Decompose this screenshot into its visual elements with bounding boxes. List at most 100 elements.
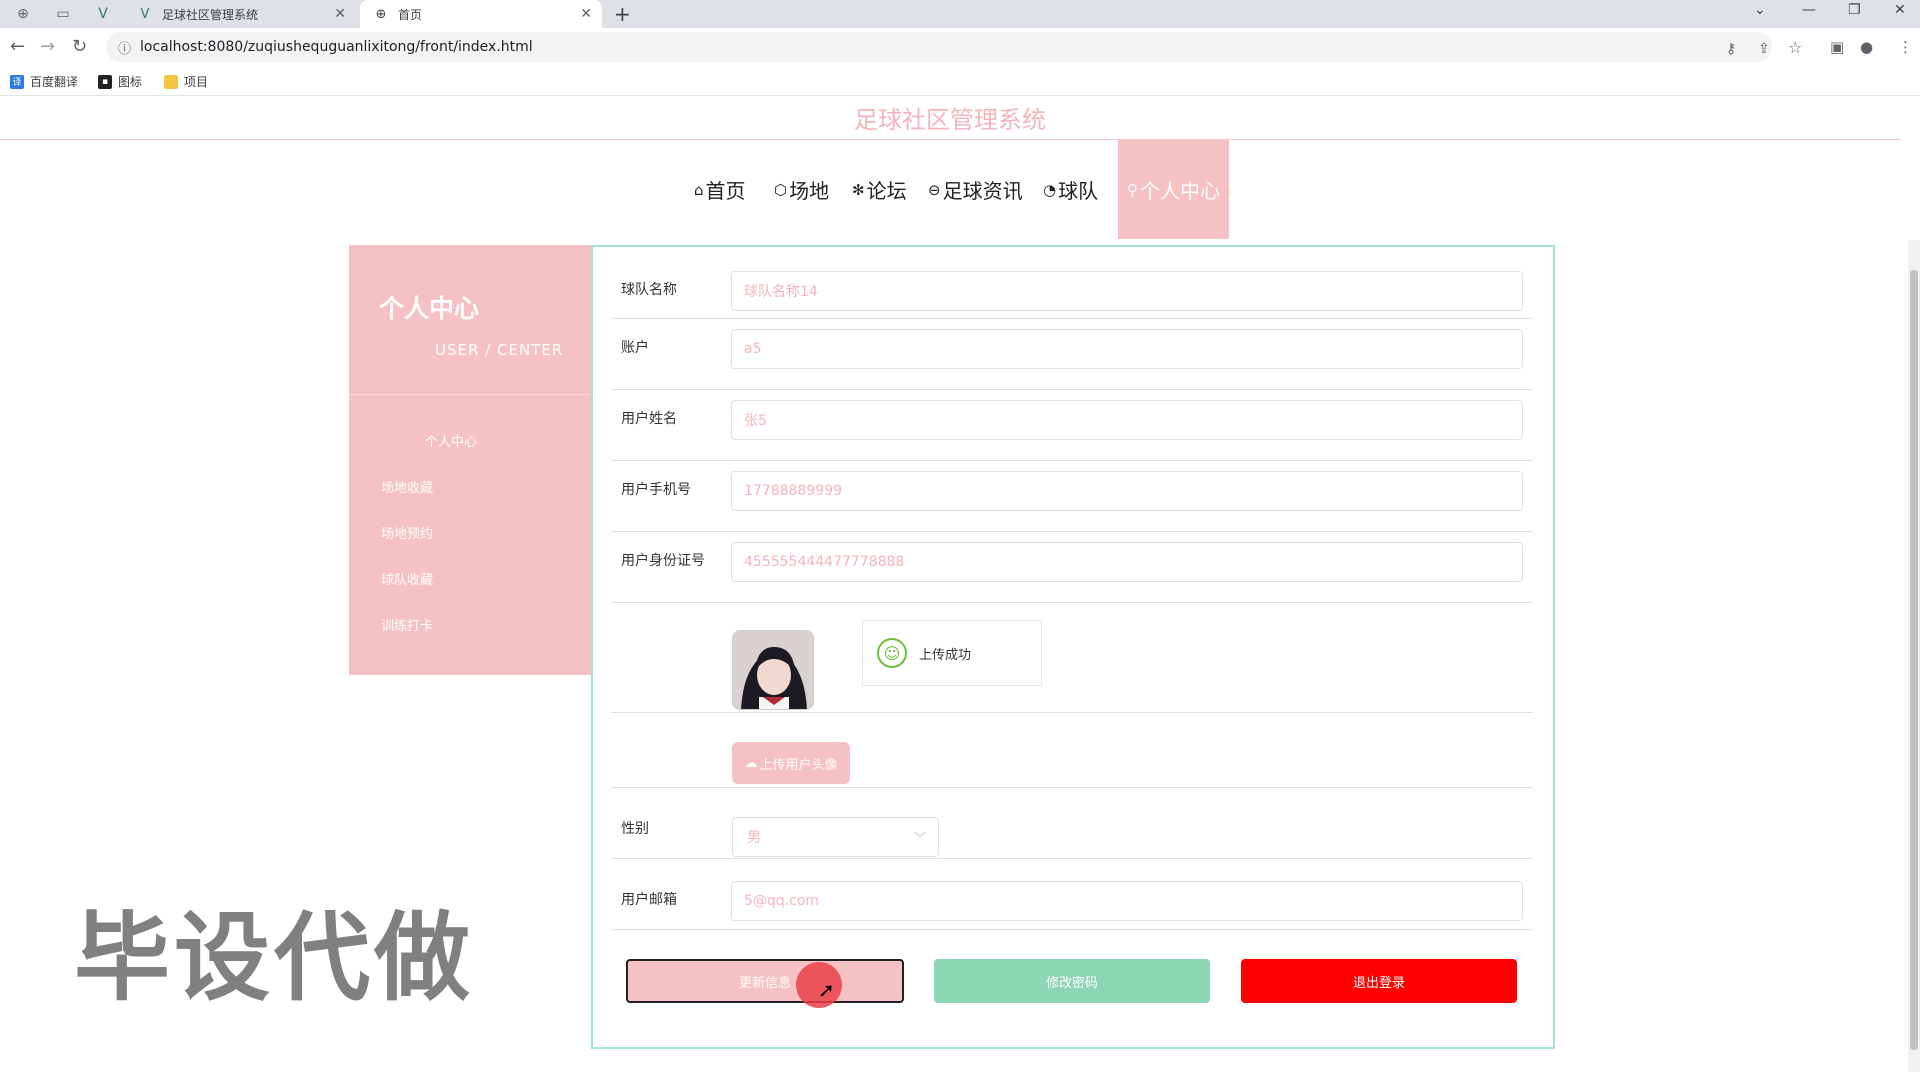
field-label: 账户 [621, 340, 649, 356]
nav-user-center[interactable]: ⚲ 个人中心 [1118, 140, 1229, 239]
sidebar-item-team-favorites[interactable]: 球队收藏 [381, 569, 433, 588]
upload-success-toast: ☺ 上传成功 [862, 620, 1042, 686]
new-tab-button[interactable]: + [614, 2, 631, 26]
nav-label: 球队 [1058, 179, 1099, 203]
blank-tab-icon[interactable]: ▭ [44, 2, 82, 26]
folder-icon [164, 74, 178, 89]
logout-button[interactable]: 退出登录 [1241, 959, 1517, 1003]
tab-admin[interactable]: V 足球社区管理系统 ✕ [124, 0, 356, 28]
share-icon[interactable]: ⇪ [1758, 41, 1770, 57]
close-icon[interactable]: ✕ [580, 6, 592, 22]
menu-icon[interactable]: ⋮ [1898, 38, 1913, 56]
update-info-button[interactable]: 更新信息 [626, 959, 904, 1003]
user-avatar [732, 630, 814, 710]
gender-select[interactable]: 男 ﹀ [732, 817, 939, 857]
nav-forum[interactable]: ✻ 论坛 [852, 140, 907, 239]
field-label: 性别 [621, 821, 649, 837]
smile-icon: ☺ [877, 638, 907, 668]
vue-logo-icon: V [140, 6, 150, 22]
sidebar-title: 个人中心 [379, 294, 480, 323]
bookmark-label: 百度翻译 [30, 75, 79, 89]
sidebar-item-field-booking[interactable]: 场地预约 [381, 523, 433, 542]
restore-icon[interactable]: ❐ [1848, 2, 1861, 18]
bookmarks-bar: 译 百度翻译 ▪ 图标 项目 [0, 66, 1920, 96]
home-icon: ⌂ [694, 180, 704, 199]
image-icon: ▪ [98, 74, 112, 89]
bookmark-label: 图标 [118, 75, 143, 89]
sidebar-item-training-checkin[interactable]: 训练打卡 [381, 615, 433, 634]
form-row-email: 用户邮箱 5@qq.com [611, 859, 1533, 930]
field-label: 用户手机号 [621, 482, 691, 498]
field-label: 用户身份证号 [621, 553, 705, 569]
chevron-down-icon: ﹀ [913, 830, 926, 845]
vue-tab-icon[interactable]: V [84, 2, 122, 26]
bookmark-label: 项目 [184, 75, 209, 89]
change-password-button[interactable]: 修改密码 [934, 959, 1210, 1003]
sidebar-divider [349, 394, 591, 395]
gauge-icon: ◔ [1043, 180, 1057, 199]
nav-label: 足球资讯 [942, 179, 1023, 203]
browser-toolbar: ← → ↻ ⓘ localhost:8080/zuqiushequguanlix… [0, 28, 1920, 66]
user-center-sidebar: 个人中心 USER / CENTER 个人中心 场地收藏 场地预约 球队收藏 训… [349, 245, 591, 675]
snowflake-icon: ✻ [852, 180, 865, 199]
page-scrollbar[interactable] [1908, 240, 1920, 1072]
mouse-cursor-icon: ➚ [818, 978, 835, 1002]
forward-arrow-icon[interactable]: → [40, 36, 55, 57]
upload-button-label: 上传用户头像 [759, 757, 838, 773]
nav-label: 场地 [789, 179, 830, 203]
tab-home[interactable]: ⊕ 首页 ✕ [360, 0, 602, 28]
toast-text: 上传成功 [919, 647, 972, 663]
gender-value: 男 [747, 830, 761, 846]
translate-icon: 译 [10, 74, 24, 89]
bookmark-item[interactable]: 项目 [164, 73, 208, 90]
close-icon[interactable]: ✕ [334, 6, 346, 22]
nav-label: 个人中心 [1140, 179, 1220, 203]
id-number-input[interactable]: 455555444477778888 [731, 542, 1523, 582]
account-input[interactable]: a5 [731, 329, 1523, 369]
bookmark-item[interactable]: ▪ 图标 [98, 73, 142, 90]
site-title: 足球社区管理系统 [854, 106, 1046, 134]
upload-avatar-button[interactable]: ☁ 上传用户头像 [732, 742, 850, 784]
bookmark-item[interactable]: 译 百度翻译 [10, 73, 78, 90]
tab-search-icon[interactable]: ⌄ [1754, 2, 1766, 18]
sidebar-item-user-center[interactable]: 个人中心 [425, 431, 477, 450]
info-icon[interactable]: ⓘ [118, 38, 131, 57]
phone-input[interactable]: 17788889999 [731, 471, 1523, 511]
sidebar-item-field-favorites[interactable]: 场地收藏 [381, 477, 433, 496]
reload-icon[interactable]: ↻ [72, 36, 87, 57]
window-close-icon[interactable]: ✕ [1894, 2, 1906, 18]
form-row-account: 账户 a5 [611, 319, 1533, 390]
email-input[interactable]: 5@qq.com [731, 881, 1523, 921]
form-row-user-name: 用户姓名 张5 [611, 390, 1533, 461]
side-panel-icon[interactable]: ▣ [1830, 38, 1844, 56]
globe-tab-icon[interactable]: ⊕ [4, 2, 42, 26]
nav-label: 首页 [705, 179, 746, 203]
avatar-photo [733, 631, 813, 709]
url-text[interactable]: localhost:8080/zuqiushequguanlixitong/fr… [140, 39, 533, 55]
profile-icon[interactable]: ● [1860, 38, 1873, 56]
field-label: 用户邮箱 [621, 892, 677, 908]
address-bar[interactable]: ⓘ localhost:8080/zuqiushequguanlixitong/… [106, 32, 1772, 62]
nav-fields[interactable]: ⬡ 场地 [774, 140, 829, 239]
nav-news[interactable]: ⊖ 足球资讯 [928, 140, 1023, 239]
scrollbar-thumb[interactable] [1910, 270, 1918, 1050]
nav-label: 论坛 [866, 179, 907, 203]
sidebar-subtitle: USER / CENTER [435, 341, 564, 359]
nav-home[interactable]: ⌂ 首页 [694, 140, 746, 239]
field-label: 球队名称 [621, 282, 677, 298]
cloud-upload-icon: ☁ [744, 755, 758, 771]
watermark-text: 毕设代做 [74, 902, 474, 1014]
ball-icon: ⊖ [928, 180, 941, 199]
browser-tab-bar: ⊕ ▭ V V 足球社区管理系统 ✕ ⊕ 首页 ✕ + ⌄ — ❐ ✕ [0, 0, 1920, 28]
back-arrow-icon[interactable]: ← [10, 36, 25, 57]
team-name-input[interactable]: 球队名称14 [731, 271, 1523, 311]
bookmark-star-icon[interactable]: ☆ [1788, 38, 1802, 57]
user-name-input[interactable]: 张5 [731, 400, 1523, 440]
nav-teams[interactable]: ◔ 球队 [1043, 140, 1098, 239]
minimize-icon[interactable]: — [1802, 2, 1816, 18]
field-label: 用户姓名 [621, 411, 677, 427]
form-row-team-name: 球队名称 球队名称14 [611, 269, 1533, 319]
form-row-id-number: 用户身份证号 455555444477778888 [611, 532, 1533, 603]
globe-icon: ⊕ [375, 6, 387, 22]
key-icon[interactable]: ⚷ [1726, 41, 1736, 57]
